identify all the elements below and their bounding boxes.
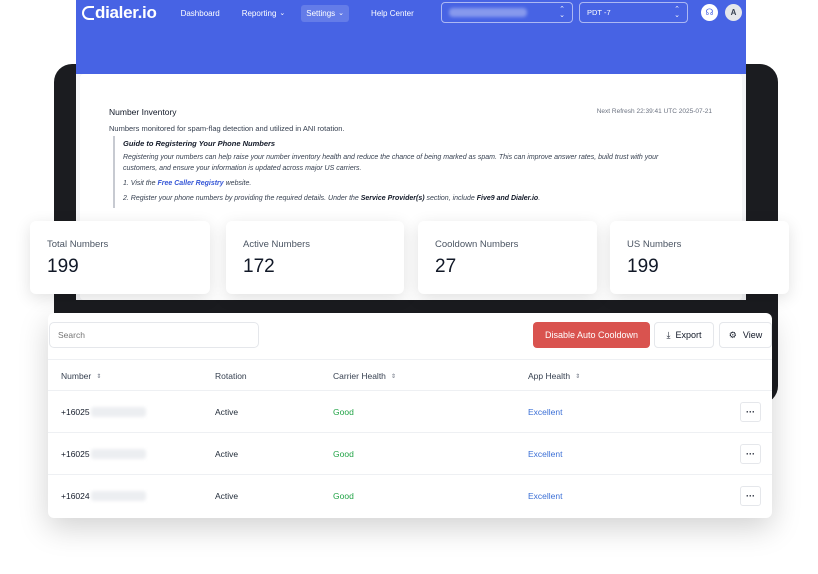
export-label: Export	[675, 330, 702, 340]
row-actions-button[interactable]: ···	[740, 486, 761, 506]
step2-end: .	[538, 195, 541, 202]
stat-total-numbers: Total Numbers 199	[30, 221, 210, 294]
numbers-table-panel: Disable Auto Cooldown ⤓ Export ⚙ View Nu…	[48, 313, 772, 518]
stat-value: 199	[627, 256, 659, 277]
timezone-select[interactable]: PDT -7 ⌃ ⌄	[579, 2, 688, 23]
page-title: Number Inventory	[109, 107, 177, 117]
carrier-health-cell: Good	[333, 491, 354, 501]
next-refresh: Next Refresh 22:39:41 UTC 2025-07-21	[596, 108, 712, 115]
step2-mid: section, include	[424, 195, 477, 202]
table-row[interactable]: +16024 Active Good Excellent ···	[48, 475, 772, 517]
nav-help-center[interactable]: Help Center	[371, 9, 414, 18]
number-cell: +16024	[61, 491, 146, 501]
row-actions-button[interactable]: ···	[740, 402, 761, 422]
number-redacted	[90, 449, 146, 459]
column-app-label: App Health	[528, 371, 571, 381]
table-row[interactable]: +16025 Active Good Excellent ···	[48, 391, 772, 433]
rotation-cell: Active	[215, 491, 239, 501]
stat-value: 172	[243, 256, 275, 277]
nav-settings[interactable]: Settings ⌄	[301, 4, 350, 22]
number-text: +16025	[61, 449, 90, 459]
stat-cooldown-numbers: Cooldown Numbers 27	[418, 221, 597, 294]
sliders-icon: ⚙	[728, 329, 737, 340]
headset-icon[interactable]: ☊	[701, 4, 718, 21]
chevron-down-icon: ⌄	[338, 10, 345, 17]
nav-dashboard[interactable]: Dashboard	[181, 9, 220, 18]
sort-icon: ⇕	[96, 373, 102, 380]
export-button[interactable]: ⤓ Export	[654, 322, 714, 348]
account-select[interactable]: ⌃ ⌄	[441, 2, 573, 23]
nav-settings-label: Settings	[306, 8, 336, 18]
column-carrier-health[interactable]: Carrier Health ⇕	[333, 371, 396, 381]
guide-step-2: 2. Register your phone numbers by provid…	[123, 193, 693, 204]
number-text: +16024	[61, 491, 90, 501]
logo-text: dialer.io	[95, 3, 157, 22]
page-subtitle: Numbers monitored for spam-flag detectio…	[109, 124, 345, 133]
stat-value: 27	[435, 256, 457, 277]
stat-label: US Numbers	[627, 239, 682, 250]
disable-auto-cooldown-button[interactable]: Disable Auto Cooldown	[533, 322, 650, 348]
rotation-cell: Active	[215, 449, 239, 459]
number-cell: +16025	[61, 407, 146, 417]
stat-label: Total Numbers	[47, 239, 109, 250]
registration-guide: Guide to Registering Your Phone Numbers …	[113, 136, 693, 208]
step2-bold: Service Provider(s)	[360, 195, 425, 202]
stat-label: Active Numbers	[243, 239, 311, 250]
account-name-redacted	[449, 8, 527, 17]
carrier-health-cell: Good	[333, 449, 354, 459]
number-cell: +16025	[61, 449, 146, 459]
view-button[interactable]: ⚙ View	[719, 322, 772, 348]
column-rotation-label: Rotation	[215, 371, 247, 381]
select-arrows-icon: ⌃ ⌄	[559, 5, 565, 19]
select-arrows-icon: ⌃ ⌄	[674, 5, 680, 19]
dialer-logo[interactable]: dialer.io	[82, 3, 157, 23]
number-text: +16025	[61, 407, 90, 417]
avatar[interactable]: A	[725, 4, 742, 21]
download-icon: ⤓	[666, 329, 671, 340]
step1-suffix: website.	[223, 180, 252, 187]
app-health-cell: Excellent	[528, 407, 563, 417]
stat-value: 199	[47, 256, 79, 277]
guide-title: Guide to Registering Your Phone Numbers	[123, 139, 276, 148]
carrier-health-cell: Good	[333, 407, 354, 417]
number-redacted	[90, 491, 146, 501]
guide-body: Registering your numbers can help raise …	[123, 154, 659, 172]
table-row[interactable]: +16025 Active Good Excellent ···	[48, 433, 772, 475]
free-caller-registry-link[interactable]: Free Caller Registry	[158, 180, 224, 187]
sort-icon: ⇕	[390, 373, 396, 380]
guide-step-1: 1. Visit the Free Caller Registry websit…	[123, 178, 693, 189]
logo-mark-icon	[82, 6, 94, 20]
step2-prefix: 2. Register your phone numbers by provid…	[123, 195, 361, 202]
nav-dashboard-label: Dashboard	[180, 8, 220, 18]
row-actions-button[interactable]: ···	[740, 444, 761, 464]
nav-reporting-label: Reporting	[241, 8, 277, 18]
nav-help-center-label: Help Center	[371, 8, 414, 18]
column-number[interactable]: Number ⇕	[61, 371, 101, 381]
sort-icon: ⇕	[575, 373, 581, 380]
view-label: View	[742, 330, 763, 340]
nav-reporting[interactable]: Reporting ⌄	[242, 9, 286, 18]
step2-bold2: Five9 and Dialer.io	[476, 195, 539, 202]
column-rotation: Rotation	[215, 371, 247, 381]
stat-active-numbers: Active Numbers 172	[226, 221, 404, 294]
app-health-cell: Excellent	[528, 491, 563, 501]
number-redacted	[90, 407, 146, 417]
timezone-value: PDT -7	[587, 8, 611, 17]
table-header: Number ⇕ Rotation Carrier Health ⇕ App Hea…	[48, 359, 772, 391]
chevron-down-icon: ⌄	[279, 10, 286, 17]
column-app-health[interactable]: App Health ⇕	[528, 371, 580, 381]
app-health-cell: Excellent	[528, 449, 563, 459]
rotation-cell: Active	[215, 407, 239, 417]
column-carrier-label: Carrier Health	[333, 371, 386, 381]
stat-label: Cooldown Numbers	[435, 239, 519, 250]
search-input[interactable]	[49, 322, 259, 348]
stat-us-numbers: US Numbers 199	[610, 221, 789, 294]
step1-prefix: 1. Visit the	[123, 180, 158, 187]
column-number-label: Number	[61, 371, 92, 381]
